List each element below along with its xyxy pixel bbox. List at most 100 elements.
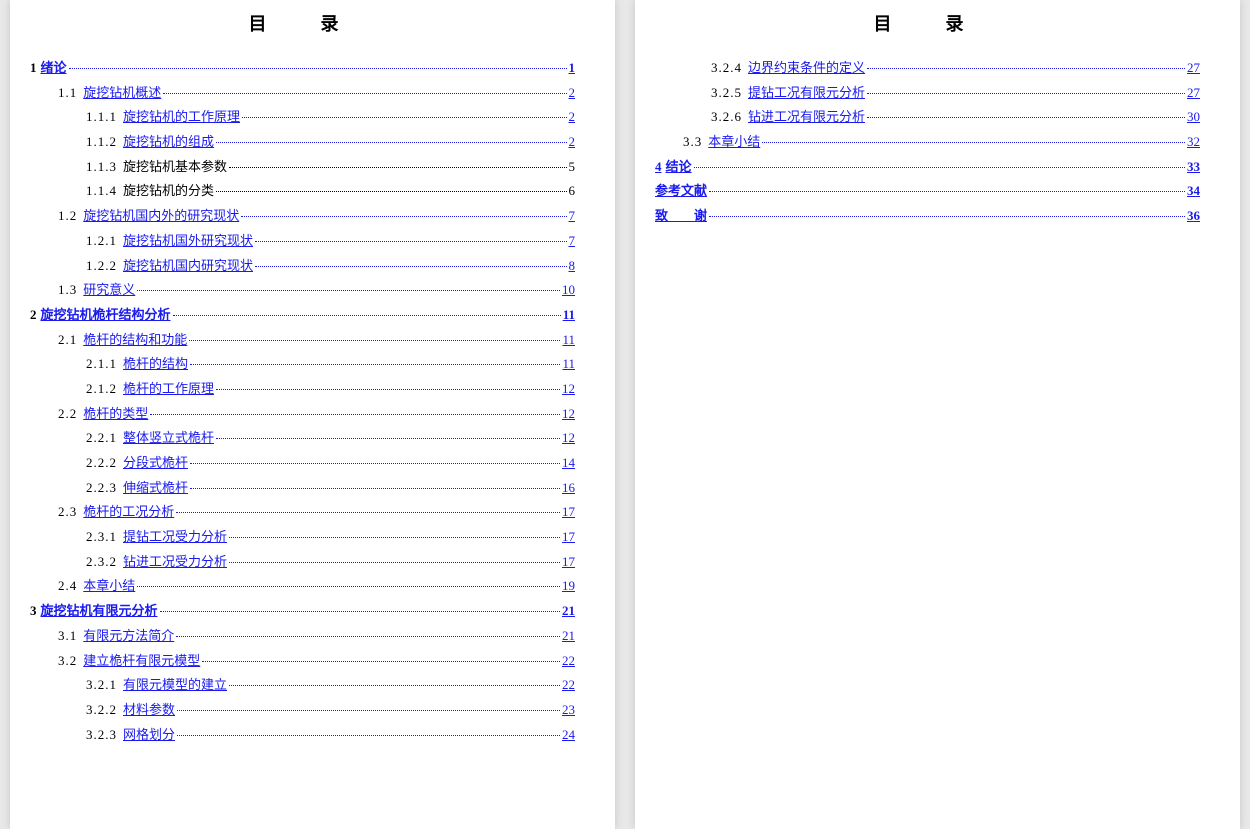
toc-entry[interactable]: 3.2建立桅杆有限元模型22 [30,649,575,674]
toc-entry-page: 21 [562,599,575,624]
toc-entry[interactable]: 1.2.2旋挖钻机国内研究现状8 [30,254,575,279]
toc-entry[interactable]: 1.2.1旋挖钻机国外研究现状7 [30,229,575,254]
toc-entry[interactable]: 2.1桅杆的结构和功能11 [30,328,575,353]
toc-entry[interactable]: 2.4本章小结19 [30,574,575,599]
toc-entry[interactable]: 2.2.1整体竖立式桅杆12 [30,426,575,451]
toc-leader-dots [229,684,560,686]
toc-leader-dots [163,92,566,94]
toc-entry-number: 3.2.2 [86,698,117,723]
toc-leader-dots [150,413,560,415]
toc-leader-dots [177,709,560,711]
toc-entry[interactable]: 1.1.2旋挖钻机的组成2 [30,130,575,155]
toc-entry-page: 16 [562,476,575,501]
toc-leader-dots [241,215,566,217]
toc-entry[interactable]: 3.2.1有限元模型的建立 22 [30,673,575,698]
toc-entry[interactable]: 1.1旋挖钻机概述2 [30,81,575,106]
toc-entry-number: 2.3 [58,500,77,525]
toc-entry-page: 22 [562,649,575,674]
toc-entry[interactable]: 1.2旋挖钻机国内外的研究现状7 [30,204,575,229]
toc-entry[interactable]: 2旋挖钻机桅杆结构分析11 [30,303,575,328]
toc-entry[interactable]: 3.2.4边界约束条件的定义27 [655,56,1200,81]
toc-entry[interactable]: 2.1.1桅杆的结构11 [30,352,575,377]
toc-entry[interactable]: 2.2.2分段式桅杆14 [30,451,575,476]
toc-entry-page: 19 [562,574,575,599]
toc-entry[interactable]: 3.2.2材料参数23 [30,698,575,723]
toc-entry-number: 4 [655,155,662,180]
toc-entry-title: 有限元模型的建立 [123,673,227,698]
toc-entry[interactable]: 3.1有限元方法简介21 [30,624,575,649]
toc-entry-page: 12 [562,426,575,451]
toc-leader-dots [216,437,560,439]
toc-leader-dots [69,67,567,69]
toc-entry-number: 1.1 [58,81,77,106]
toc-entry-number: 2.3.1 [86,525,117,550]
toc-entry[interactable]: 1.1.1旋挖钻机的工作原理2 [30,105,575,130]
toc-entry[interactable]: 2.2桅杆的类型12 [30,402,575,427]
toc-entry-number: 2.3.2 [86,550,117,575]
toc-leader-dots [177,734,560,736]
page-right: 目 录 3.2.4边界约束条件的定义273.2.5提钻工况有限元分析273.2.… [635,0,1240,829]
toc-leader-dots [694,166,1185,168]
toc-entry[interactable]: 2.3.1提钻工况受力分析17 [30,525,575,550]
toc-entry-title: 致 谢 [655,204,707,229]
toc-entry-number: 1.1.4 [86,179,117,204]
toc-entry-page: 17 [562,550,575,575]
toc-entry[interactable]: 致 谢36 [655,204,1200,229]
toc-entry-title: 旋挖钻机国内外的研究现状 [83,204,239,229]
toc-entry-number: 3.2.6 [711,105,742,130]
toc-entry-number: 3.2.4 [711,56,742,81]
toc-title: 目 录 [655,10,1200,36]
toc-entry-number: 1.3 [58,278,77,303]
toc-entry-number: 3.2.1 [86,673,117,698]
toc-entry-page: 24 [562,723,575,748]
toc-entry-title: 提钻工况受力分析 [123,525,227,550]
toc-entry-number: 1.1.1 [86,105,117,130]
toc-entry-number: 1 [30,56,37,81]
toc-entry[interactable]: 3.3本章小结32 [655,130,1200,155]
toc-entry-title: 参考文献 [655,179,707,204]
toc-entry-title: 建立桅杆有限元模型 [83,649,200,674]
toc-entry[interactable]: 3旋挖钻机有限元分析21 [30,599,575,624]
toc-entry-page: 32 [1187,130,1200,155]
toc-entry-title: 旋挖钻机有限元分析 [41,599,158,624]
toc-entry-number: 2.2.3 [86,476,117,501]
toc-entry[interactable]: 1绪论1 [30,56,575,81]
toc-entry-page: 7 [569,229,576,254]
toc-entry[interactable]: 1.3研究意义10 [30,278,575,303]
toc-entry[interactable]: 2.2.3伸缩式桅杆 16 [30,476,575,501]
toc-entry-title: 研究意义 [83,278,135,303]
toc-leader-dots [867,92,1185,94]
page-left: 目 录 1绪论11.1旋挖钻机概述21.1.1旋挖钻机的工作原理21.1.2旋挖… [10,0,615,829]
toc-entry-title: 旋挖钻机的组成 [123,130,214,155]
toc-entry-page: 8 [569,254,576,279]
toc-entry[interactable]: 4结论33 [655,155,1200,180]
toc-leader-dots [709,215,1185,217]
toc-entry-number: 1.1.2 [86,130,117,155]
toc-list-right: 3.2.4边界约束条件的定义273.2.5提钻工况有限元分析273.2.6钻进工… [655,56,1200,229]
toc-entry-title: 伸缩式桅杆 [123,476,188,501]
toc-entry[interactable]: 2.3.2钻进工况受力分析17 [30,550,575,575]
toc-leader-dots [160,610,560,612]
toc-leader-dots [255,265,566,267]
toc-leader-dots [137,585,560,587]
toc-entry[interactable]: 3.2.6钻进工况有限元分析30 [655,105,1200,130]
toc-entry[interactable]: 2.1.2桅杆的工作原理12 [30,377,575,402]
toc-entry-page: 27 [1187,56,1200,81]
toc-entry-page: 2 [569,105,576,130]
toc-entry-number: 1.2.2 [86,254,117,279]
toc-entry-page: 22 [562,673,575,698]
toc-leader-dots [216,388,560,390]
toc-entry[interactable]: 3.2.3网格划分24 [30,723,575,748]
toc-leader-dots [762,141,1185,143]
toc-entry[interactable]: 参考文献34 [655,179,1200,204]
page-spread: 目 录 1绪论11.1旋挖钻机概述21.1.1旋挖钻机的工作原理21.1.2旋挖… [0,0,1250,829]
toc-entry-title: 材料参数 [123,698,175,723]
toc-leader-dots [137,289,560,291]
toc-entry-number: 2.1.1 [86,352,117,377]
toc-entry[interactable]: 3.2.5提钻工况有限元分析27 [655,81,1200,106]
toc-entry-title: 旋挖钻机桅杆结构分析 [41,303,171,328]
toc-entry[interactable]: 2.3桅杆的工况分析17 [30,500,575,525]
toc-entry-number: 2.2.2 [86,451,117,476]
toc-entry-page: 11 [562,328,575,353]
toc-entry-title: 旋挖钻机基本参数 [123,155,227,180]
